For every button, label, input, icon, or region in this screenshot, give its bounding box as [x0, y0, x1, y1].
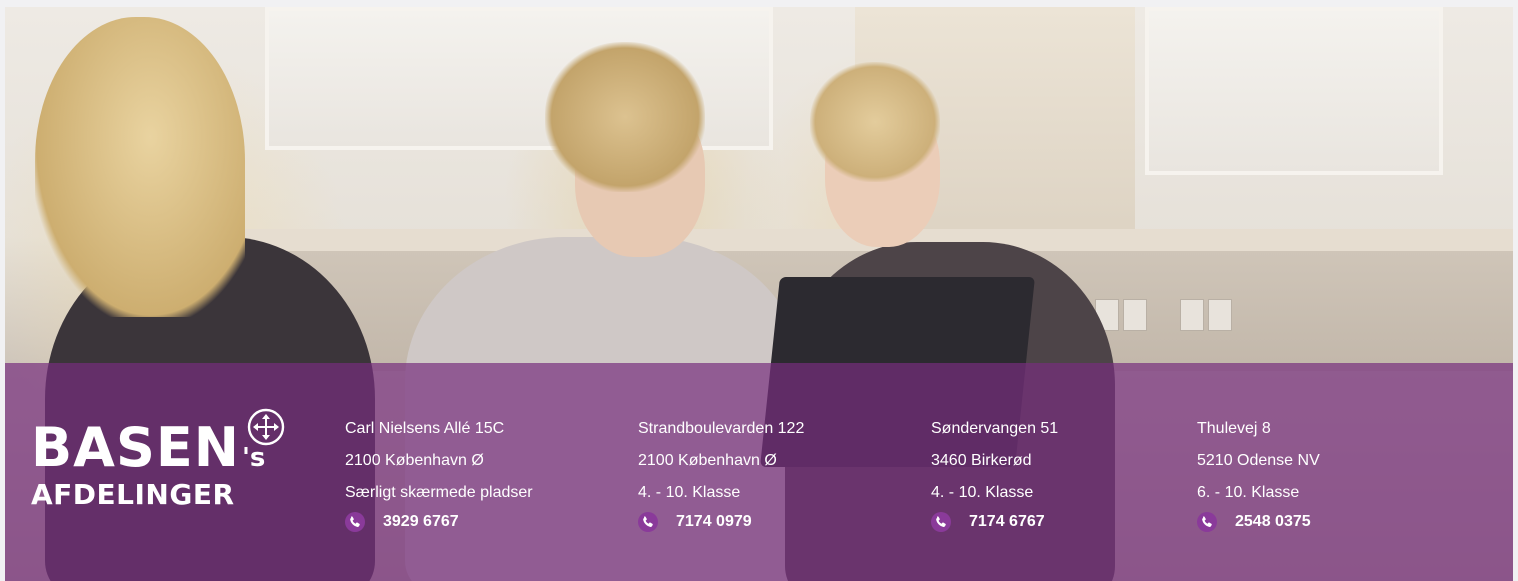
- location-info: Særligt skærmede pladser: [345, 484, 533, 501]
- location-4: Thulevej 8 5210 Odense NV 6. - 10. Klass…: [1197, 414, 1320, 536]
- location-address: Thulevej 8: [1197, 420, 1271, 437]
- location-phone: 3929 6767: [383, 513, 459, 530]
- phone-icon: [1197, 512, 1217, 532]
- location-phone-link[interactable]: 7174 0979: [638, 508, 804, 536]
- location-2: Strandboulevarden 122 2100 København Ø 4…: [638, 414, 804, 536]
- location-address: Carl Nielsens Allé 15C: [345, 420, 505, 437]
- location-info: 4. - 10. Klasse: [931, 484, 1034, 501]
- phone-icon: [345, 512, 365, 532]
- phone-icon: [638, 512, 658, 532]
- location-phone-link[interactable]: 7174 6767: [931, 508, 1058, 536]
- brand-word: BASEN: [31, 416, 240, 479]
- wall-socket: [1123, 299, 1147, 331]
- window-right: [1145, 7, 1443, 175]
- location-1: Carl Nielsens Allé 15C 2100 København Ø …: [345, 414, 533, 536]
- location-city: 3460 Birkerød: [931, 452, 1032, 469]
- location-phone-link[interactable]: 3929 6767: [345, 508, 533, 536]
- person-right-hair: [810, 62, 940, 182]
- location-address: Søndervangen 51: [931, 420, 1059, 437]
- brand-subtitle: AFDELINGER: [31, 478, 235, 511]
- location-city: 2100 København Ø: [345, 452, 484, 469]
- wall-socket: [1208, 299, 1232, 331]
- location-phone-link[interactable]: 2548 0375: [1197, 508, 1320, 536]
- brand-wordmark: BASEN 's: [31, 421, 265, 475]
- phone-icon: [931, 512, 951, 532]
- location-3: Søndervangen 51 3460 Birkerød 4. - 10. K…: [931, 414, 1058, 536]
- person-left-hair: [35, 17, 245, 317]
- location-info: 4. - 10. Klasse: [638, 484, 741, 501]
- location-info: 6. - 10. Klasse: [1197, 484, 1300, 501]
- brand-suffix: 's: [241, 443, 266, 473]
- brand-logo[interactable]: BASEN 's AFDELINGER: [31, 408, 285, 511]
- location-address: Strandboulevarden 122: [638, 420, 805, 437]
- wall-socket: [1180, 299, 1204, 331]
- location-phone: 7174 6767: [969, 513, 1045, 530]
- person-middle-hair: [545, 42, 705, 192]
- location-phone: 7174 0979: [676, 513, 752, 530]
- move-arrows-icon: [247, 408, 285, 446]
- location-city: 2100 København Ø: [638, 452, 777, 469]
- location-phone: 2548 0375: [1235, 513, 1311, 530]
- location-city: 5210 Odense NV: [1197, 452, 1320, 469]
